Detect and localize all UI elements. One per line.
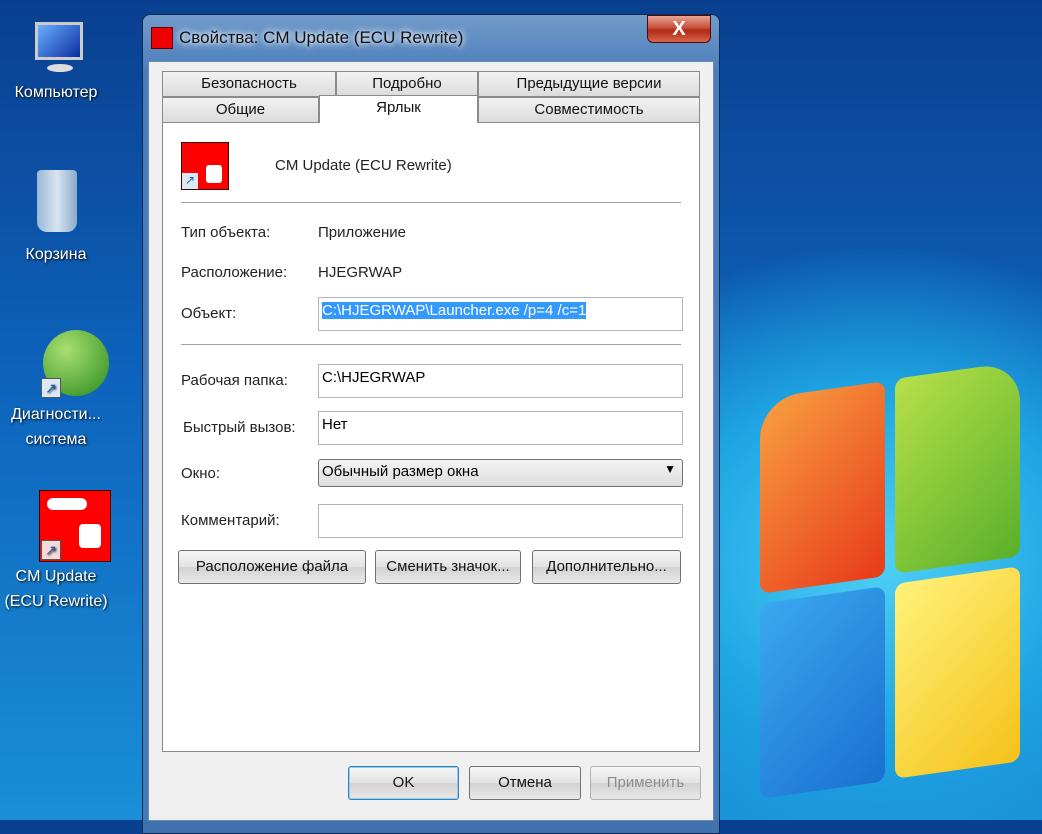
file-location-button[interactable]: Расположение файла	[178, 550, 366, 584]
hotkey-input[interactable]: Нет	[318, 411, 683, 445]
windows-logo	[760, 361, 1030, 799]
shortcut-arrow-icon: ↗	[41, 540, 61, 560]
ok-button[interactable]: OK	[348, 766, 459, 800]
chevron-down-icon: ▼	[664, 462, 676, 476]
desktop-icon-label: CM Update	[15, 568, 97, 585]
desktop-icon-diagnostic[interactable]: ↗ Диагности... система	[0, 328, 112, 452]
shortcut-tab-panel: ↗ CM Update (ECU Rewrite) Тип объекта: П…	[162, 122, 700, 752]
shortcut-arrow-icon: ↗	[41, 378, 61, 398]
recycle-bin-icon	[21, 168, 91, 238]
divider	[181, 202, 681, 203]
cancel-button[interactable]: Отмена	[469, 766, 581, 800]
desktop-icon-label: (ECU Rewrite)	[4, 593, 108, 610]
workdir-label: Рабочая папка:	[181, 372, 288, 389]
tab-details[interactable]: Подробно	[336, 71, 478, 97]
tab-general[interactable]: Общие	[162, 97, 319, 123]
desktop-icon-computer[interactable]: Компьютер	[0, 18, 112, 105]
tab-previous-versions[interactable]: Предыдущие версии	[478, 71, 700, 97]
window-value: Обычный размер окна	[322, 463, 479, 480]
hotkey-label: Быстрый вызов:	[183, 419, 296, 436]
location-label: Расположение:	[181, 264, 288, 281]
location-value: HJEGRWAP	[318, 264, 403, 281]
target-label: Объект:	[181, 305, 237, 322]
divider	[181, 344, 681, 345]
cm-update-app-icon: ↗	[181, 142, 229, 190]
desktop-icon-cm-update[interactable]: ↗ CM Update (ECU Rewrite)	[0, 490, 112, 614]
title-bar[interactable]: Свойства: CM Update (ECU Rewrite) X	[143, 15, 719, 61]
desktop-icon-label: Диагности...	[11, 406, 101, 423]
window-select[interactable]: Обычный размер окна ▼	[318, 459, 683, 487]
target-value: C:\HJEGRWAP\Launcher.exe /p=4 /c=1	[322, 302, 587, 319]
dialog-title: Свойства: CM Update (ECU Rewrite)	[179, 28, 464, 47]
tab-shortcut[interactable]: Ярлык	[319, 95, 478, 123]
app-icon	[151, 27, 173, 49]
advanced-button[interactable]: Дополнительно...	[532, 550, 681, 584]
tab-compatibility[interactable]: Совместимость	[478, 97, 700, 123]
tab-security[interactable]: Безопасность	[162, 71, 336, 97]
apply-button[interactable]: Применить	[590, 766, 701, 800]
workdir-input[interactable]: C:\HJEGRWAP	[318, 364, 683, 398]
comment-input[interactable]	[318, 504, 683, 538]
desktop-icon-label: система	[25, 431, 87, 448]
app-name: CM Update (ECU Rewrite)	[275, 157, 452, 174]
shortcut-arrow-icon: ↗	[182, 173, 198, 189]
change-icon-button[interactable]: Сменить значок...	[375, 550, 521, 584]
type-value: Приложение	[318, 224, 406, 241]
comment-label: Комментарий:	[181, 512, 280, 529]
type-label: Тип объекта:	[181, 224, 271, 241]
desktop-icon-label: Корзина	[25, 246, 87, 263]
cm-update-app-icon: ↗	[21, 490, 111, 562]
computer-icon	[21, 18, 91, 88]
properties-dialog: Свойства: CM Update (ECU Rewrite) X Безо…	[142, 14, 720, 834]
diagnostic-app-icon: ↗	[21, 328, 109, 398]
target-input[interactable]: C:\HJEGRWAP\Launcher.exe /p=4 /c=1	[318, 297, 683, 331]
desktop-icon-recycle-bin[interactable]: Корзина	[0, 168, 112, 267]
window-label: Окно:	[181, 465, 221, 482]
close-button[interactable]: X	[647, 15, 711, 43]
